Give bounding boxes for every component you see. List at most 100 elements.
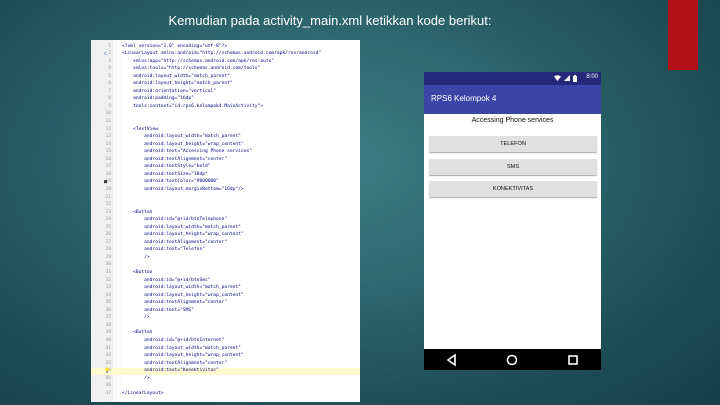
- code-line[interactable]: 7 android:orientation="vertical": [91, 89, 360, 96]
- code-line[interactable]: 43 android:textAlignment="center": [91, 361, 360, 368]
- code-line[interactable]: 37 />: [91, 315, 360, 322]
- code-text: android:textAlignment="center": [122, 360, 228, 366]
- class-marker-icon[interactable]: c: [104, 51, 107, 58]
- code-line[interactable]: 3 xmlns:app="http://schemas.android.com/…: [91, 59, 360, 66]
- code-line[interactable]: 29 />: [91, 255, 360, 262]
- code-text: android:layout_width="match_parent": [122, 224, 241, 230]
- code-line[interactable]: 17 android:textStyle="bold": [91, 164, 360, 171]
- code-line[interactable]: 24 android:id="@+id/btnTelephone": [91, 217, 360, 224]
- code-line[interactable]: 15 android:text="Accessing Phone service…: [91, 149, 360, 156]
- code-line[interactable]: 35 android:textAlignment="center": [91, 300, 360, 307]
- code-line[interactable]: 4 xmlns:tools="http://schemas.android.co…: [91, 66, 360, 73]
- code-line[interactable]: 38: [91, 323, 360, 330]
- code-line[interactable]: 39 <Button: [91, 330, 360, 337]
- code-line[interactable]: 47 </LinearLayout>: [91, 391, 360, 398]
- sms-button[interactable]: SMS: [429, 159, 597, 175]
- code-text: android:id="@+id/btnSms": [122, 277, 211, 283]
- code-line[interactable]: 13 android:layout_width="match_parent": [91, 134, 360, 141]
- code-line[interactable]: 21: [91, 195, 360, 202]
- code-line[interactable]: 23 <Button: [91, 210, 360, 217]
- code-line[interactable]: 8 android:padding="16dp": [91, 96, 360, 103]
- line-number: 30: [105, 262, 111, 268]
- line-number: 39: [105, 330, 111, 336]
- code-line[interactable]: 14 android:layout_height="wrap_content": [91, 142, 360, 149]
- navigation-bar: [424, 349, 601, 370]
- code-text: tools:context="id.rps6.kelompok4.MainAct…: [122, 103, 264, 109]
- line-number: 38: [105, 322, 111, 328]
- signal-icon: [564, 75, 570, 81]
- code-line[interactable]: 46: [91, 383, 360, 390]
- code-line[interactable]: 33 android:layout_width="match_parent": [91, 285, 360, 292]
- code-line[interactable]: 34 android:layout_height="wrap_content": [91, 293, 360, 300]
- home-circle-icon[interactable]: [505, 353, 519, 367]
- code-text: android:textSize="18dp": [122, 171, 208, 177]
- color-swatch-icon[interactable]: ■: [104, 179, 107, 186]
- line-number: 7: [108, 88, 111, 94]
- code-text: android:text="Konektivitas": [122, 368, 219, 374]
- code-line[interactable]: 45 />: [91, 376, 360, 383]
- code-line[interactable]: 42 android:layout_height="wrap_content": [91, 353, 360, 360]
- line-number: 40: [105, 337, 111, 343]
- code-line[interactable]: 20 android:layout_marginBottom="16dp"/>: [91, 187, 360, 194]
- code-line[interactable]: 1 <?xml version="1.0" encoding="utf-8"?>: [91, 44, 360, 51]
- code-line[interactable]: 25 android:layout_width="match_parent": [91, 225, 360, 232]
- code-line[interactable]: 26 android:layout_height="wrap_content": [91, 232, 360, 239]
- code-text: android:layout_height="match_parent": [122, 81, 233, 87]
- code-line[interactable]: 11: [91, 119, 360, 126]
- code-line[interactable]: 44 💡 android:text="Konektivitas": [91, 368, 360, 376]
- code-line[interactable]: 31 <Button: [91, 270, 360, 277]
- slide-title: Kemudian pada activity_main.xml ketikkan…: [168, 13, 492, 28]
- line-number: 31: [105, 270, 111, 275]
- code-line[interactable]: 12 <TextView: [91, 127, 360, 134]
- line-number: 5: [108, 73, 111, 79]
- recents-square-icon[interactable]: [566, 353, 580, 367]
- code-text: android:layout_height="wrap_content": [122, 232, 244, 238]
- code-line[interactable]: 16 android:textAlignment="center": [91, 157, 360, 164]
- konektivitas-button[interactable]: KONEKTIVITAS: [429, 181, 597, 197]
- telefon-button[interactable]: TELEFON: [429, 136, 597, 152]
- code-line[interactable]: 40 android:id="@+id/btnInternet": [91, 338, 360, 345]
- code-text: android:layout_height="wrap_content": [122, 353, 244, 359]
- line-number: 43: [105, 360, 111, 366]
- code-text: android:text="SMS": [122, 307, 194, 313]
- code-line[interactable]: 9 tools:context="id.rps6.kelompok4.MainA…: [91, 104, 360, 111]
- code-text: android:textStyle="bold": [122, 164, 211, 170]
- code-line[interactable]: 5 android:layout_width="match_parent": [91, 74, 360, 81]
- line-number: 16: [105, 156, 111, 162]
- phone-preview: 8:00 RPS6 Kelompok 4 Accessing Phone ser…: [424, 72, 601, 370]
- line-number: 14: [105, 141, 111, 147]
- code-text: <?xml version="1.0" encoding="utf-8"?>: [122, 43, 228, 49]
- code-line[interactable]: 10: [91, 111, 360, 118]
- code-line[interactable]: 36 android:text="SMS": [91, 308, 360, 315]
- line-number: 32: [105, 277, 111, 283]
- code-text: xmlns:tools="http://schemas.android.com/…: [122, 66, 261, 72]
- line-number: 17: [105, 164, 111, 170]
- code-line[interactable]: 32 android:id="@+id/btnSms": [91, 278, 360, 285]
- lightbulb-icon[interactable]: 💡: [104, 368, 110, 375]
- code-line[interactable]: 2 c <LinearLayout xmlns:android="http://sc…: [91, 51, 360, 58]
- line-number: 42: [105, 353, 111, 359]
- code-line[interactable]: 41 android:layout_width="match_parent": [91, 346, 360, 353]
- code-text: android:layout_width="match_parent": [122, 285, 241, 291]
- back-triangle-icon[interactable]: [445, 353, 459, 367]
- code-text: />: [122, 375, 150, 381]
- code-line[interactable]: 27 android:textAlignment="center": [91, 240, 360, 247]
- accent-red-tab: [668, 0, 698, 70]
- line-number: 10: [105, 111, 111, 117]
- code-editor[interactable]: 1 <?xml version="1.0" encoding="utf-8"?> 2…: [91, 40, 360, 402]
- line-number: 15: [105, 149, 111, 155]
- code-text: <Button: [122, 209, 153, 215]
- line-number: 3: [108, 58, 111, 64]
- code-text: android:textAlignment="center": [122, 239, 228, 245]
- line-number: 33: [105, 285, 111, 291]
- code-line[interactable]: 30: [91, 262, 360, 269]
- code-line[interactable]: 19 ■ android:textColor="#000000": [91, 179, 360, 186]
- code-line[interactable]: 18 android:textSize="18dp": [91, 172, 360, 179]
- code-text: android:layout_height="wrap_content": [122, 141, 244, 147]
- line-number: 22: [105, 202, 111, 208]
- code-line[interactable]: 28 android:text="Telefon": [91, 247, 360, 254]
- code-text: android:orientation="vertical": [122, 88, 217, 94]
- code-line[interactable]: 6 android:layout_height="match_parent": [91, 81, 360, 88]
- app-title: RPS6 Kelompok 4: [431, 94, 497, 103]
- code-line[interactable]: 22: [91, 202, 360, 209]
